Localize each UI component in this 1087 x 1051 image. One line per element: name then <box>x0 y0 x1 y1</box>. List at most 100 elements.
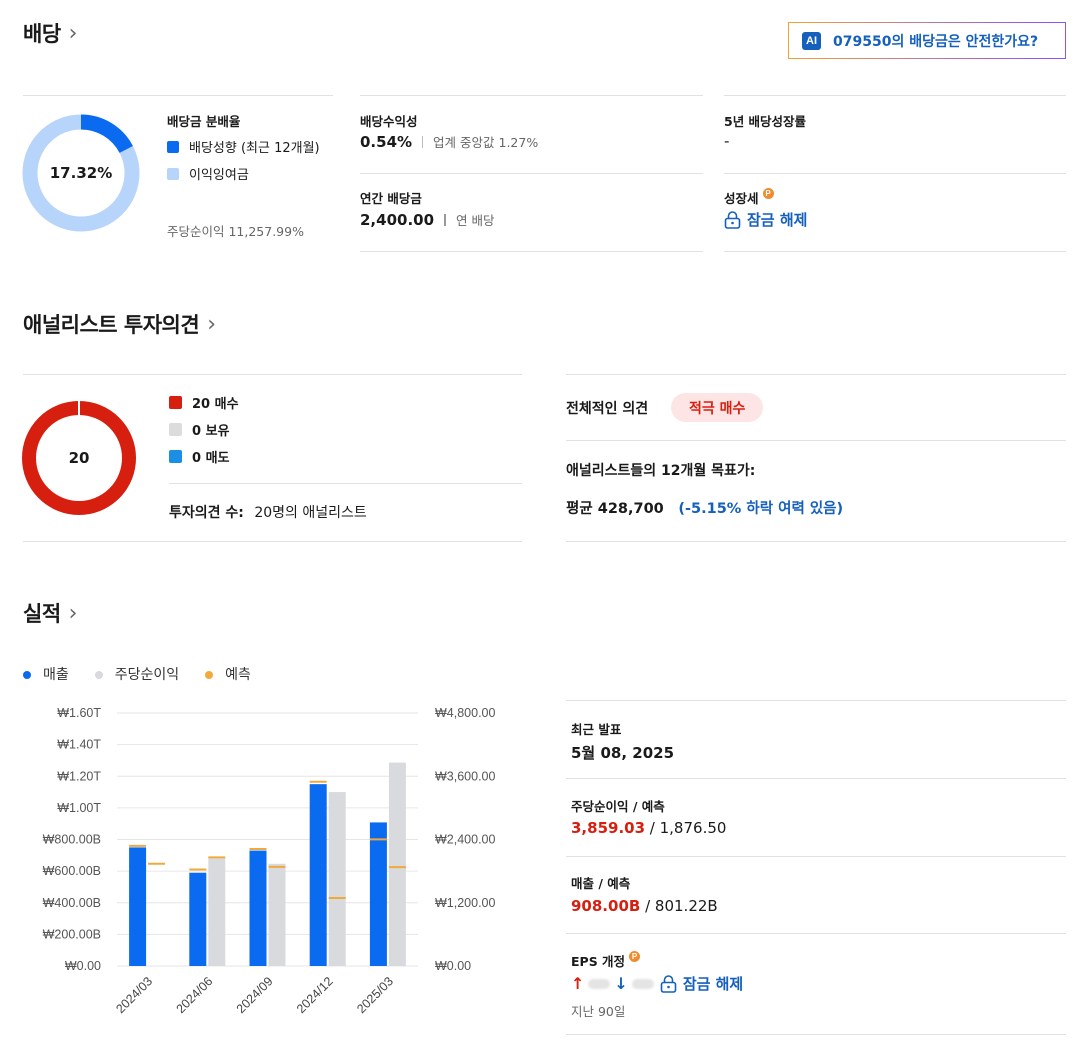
eps-forecast: / 1,876.50 <box>645 819 727 837</box>
y-axis-left-tick: ₩1.00T <box>57 801 101 815</box>
yield-label: 배당수익성 <box>360 114 418 129</box>
y-axis-right-tick: ₩4,800.00 <box>435 706 496 720</box>
earnings-chart-legend: 매출 주당순이익 예측 <box>23 664 251 684</box>
legend-eps[interactable]: 주당순이익 <box>94 664 180 684</box>
analyst-count-value: 20명의 애널리스트 <box>254 505 367 521</box>
y-axis-right-tick: ₩3,600.00 <box>435 769 496 783</box>
payout-legend-retained: 이익잉여금 <box>167 164 249 183</box>
payout-label: 배당금 분배율 <box>167 114 241 129</box>
y-axis-left-tick: ₩600.00B <box>43 864 101 878</box>
eps-bar <box>388 762 406 966</box>
blurred-value <box>588 978 611 989</box>
x-axis-tick: 2024/09 <box>234 974 276 1016</box>
earnings-title-text: 실적 <box>23 602 61 626</box>
legend-dot <box>205 671 214 679</box>
divider <box>422 135 424 148</box>
legend-dot <box>94 671 103 679</box>
ai-button-label: 079550의 배당금은 안전한가요? <box>833 33 1039 50</box>
arrow-down-icon: ↓ <box>614 974 628 993</box>
revenue-bar <box>309 784 327 966</box>
recent-report-value: 5월 08, 2025 <box>571 744 675 762</box>
eps-revision-row: ↑ ↓ 잠금 해제 <box>571 973 743 994</box>
lock-icon <box>660 974 677 993</box>
unlock-label: 잠금 해제 <box>747 211 808 229</box>
growth-label-text: 성장세 <box>724 191 759 206</box>
legend-label: 예측 <box>225 667 251 683</box>
growth-5y-value: - <box>724 132 730 150</box>
dividend-title-text: 배당 <box>23 22 61 46</box>
recent-report-label: 최근 발표 <box>571 722 622 737</box>
y-axis-left-tick: ₩1.20T <box>57 769 101 783</box>
eps-bar <box>328 792 346 966</box>
eps-revision-unlock-button[interactable]: 잠금 해제 <box>660 973 743 994</box>
y-axis-right-tick: ₩2,400.00 <box>435 833 496 847</box>
eps-bar <box>268 863 286 966</box>
analyst-total: 20 <box>68 449 90 467</box>
target-diff: (-5.15% 하락 여력 있음) <box>678 501 844 517</box>
legend-label: 이익잉여금 <box>189 168 249 183</box>
analyst-legend-sell: 0 매도 <box>169 447 230 466</box>
eps-label: 주당순이익 / 예측 <box>571 799 665 814</box>
x-axis-tick: 2025/03 <box>354 974 396 1016</box>
legend-label: 배당성향 (최근 12개월) <box>189 141 320 156</box>
y-axis-left-tick: ₩1.60T <box>57 706 101 720</box>
arrow-up-icon: ↑ <box>571 974 585 993</box>
y-axis-left-tick: ₩0.00 <box>65 959 101 973</box>
divider <box>444 213 447 226</box>
legend-forecast[interactable]: 예측 <box>205 664 251 684</box>
revenue-bar <box>129 847 147 966</box>
yield-row: 0.54% 업계 중앙값 1.27% <box>360 132 538 151</box>
revenue-row: 908.00B / 801.22B <box>571 897 718 915</box>
y-axis-left-tick: ₩1.40T <box>57 738 101 752</box>
earnings-title[interactable]: 실적 › <box>23 598 77 628</box>
legend-dot <box>23 671 31 679</box>
overall-opinion-label: 전체적인 의견 <box>566 401 649 417</box>
target-price-row: 평균 428,700 (-5.15% 하락 여력 있음) <box>566 497 843 518</box>
eps-revision-label-text: EPS 개정 <box>571 954 626 969</box>
legend-label: 매출 <box>43 667 69 683</box>
legend-swatch <box>169 450 182 463</box>
revenue-label: 매출 / 예측 <box>571 876 631 891</box>
analyst-count: 투자의견 수: 20명의 애널리스트 <box>169 502 367 522</box>
ai-icon: AI <box>802 31 821 50</box>
dividend-title[interactable]: 배당 › <box>23 18 77 48</box>
x-axis-tick: 2024/03 <box>113 974 155 1016</box>
analyst-title[interactable]: 애널리스트 투자의견 › <box>23 309 216 339</box>
legend-swatch <box>167 167 179 180</box>
revenue-bar <box>369 822 387 966</box>
revenue-actual: 908.00B <box>571 897 641 915</box>
unlock-label: 잠금 해제 <box>682 975 744 993</box>
revenue-bar <box>189 872 207 966</box>
industry-median: 업계 중앙값 1.27% <box>433 135 539 150</box>
legend-label: 0 보유 <box>192 424 230 439</box>
chevron-right-icon: › <box>207 311 216 337</box>
x-axis-tick: 2024/06 <box>174 974 216 1016</box>
eps-revision-label: EPS 개정 P <box>571 951 641 970</box>
y-axis-left-tick: ₩800.00B <box>43 833 101 847</box>
growth-5y-label: 5년 배당성장률 <box>724 114 807 129</box>
eps-payout-note: 주당순이익 11,257.99% <box>167 224 304 239</box>
target-avg: 평균 428,700 <box>566 501 664 517</box>
payout-center-value: 17.32% <box>49 164 113 182</box>
annual-dividend-value: 2,400.00 <box>360 210 435 229</box>
legend-swatch <box>169 396 182 409</box>
eps-row: 3,859.03 / 1,876.50 <box>571 819 726 837</box>
y-axis-left-tick: ₩200.00B <box>43 927 101 941</box>
payout-legend-ratio: 배당성향 (최근 12개월) <box>167 137 320 156</box>
blurred-value <box>631 978 654 989</box>
growth-unlock-button[interactable]: 잠금 해제 <box>724 209 807 230</box>
legend-label: 20 매수 <box>192 397 239 412</box>
analyst-count-label: 투자의견 수: <box>169 505 244 521</box>
eps-bar <box>208 858 226 966</box>
legend-label: 주당순이익 <box>114 667 180 683</box>
yield-value: 0.54% <box>360 132 413 151</box>
y-axis-right-tick: ₩1,200.00 <box>435 896 496 910</box>
target-price-label: 애널리스트들의 12개월 목표가: <box>566 463 756 479</box>
analyst-title-text: 애널리스트 투자의견 <box>23 313 200 337</box>
analyst-legend-hold: 0 보유 <box>169 420 230 439</box>
y-axis-left-tick: ₩400.00B <box>43 896 101 910</box>
ai-dividend-safety-button[interactable]: AI 079550의 배당금은 안전한가요? <box>788 22 1066 59</box>
revenue-forecast: / 801.22B <box>640 897 718 915</box>
premium-icon: P <box>629 951 641 962</box>
legend-revenue[interactable]: 매출 <box>23 664 69 684</box>
